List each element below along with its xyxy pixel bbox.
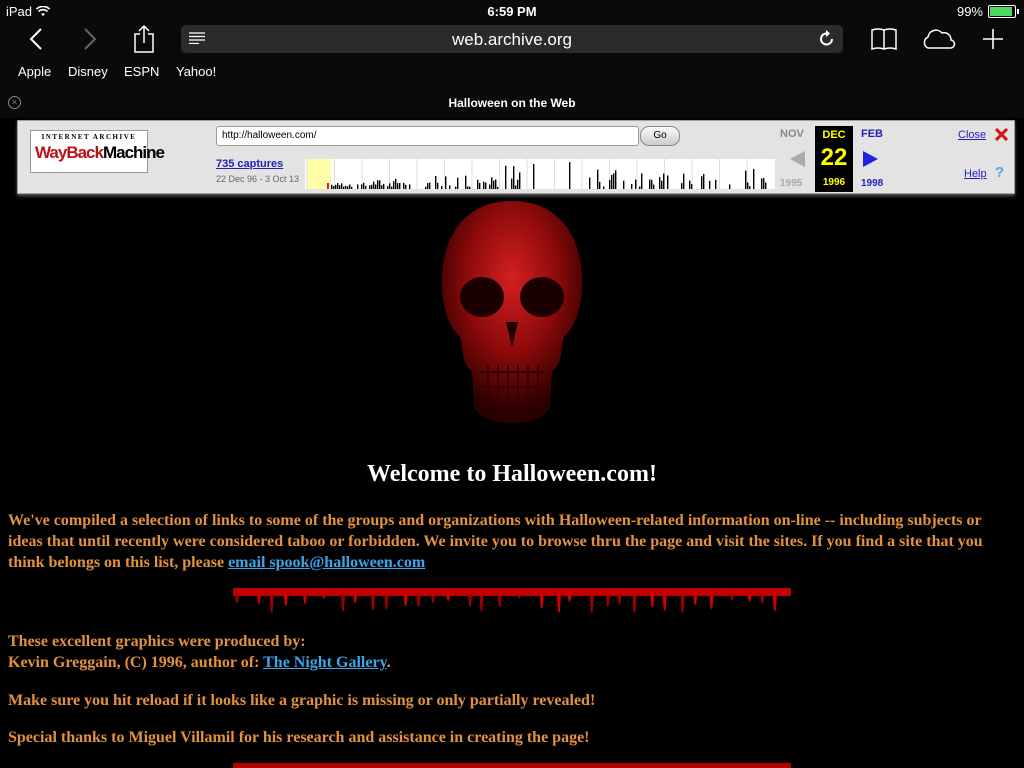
- email-link[interactable]: email spook@halloween.com: [228, 554, 425, 571]
- prev-arrow-icon[interactable]: [790, 151, 806, 167]
- next-month[interactable]: FEB: [861, 128, 883, 140]
- chevron-right-icon: [84, 28, 97, 50]
- bookmark-espn[interactable]: ESPN: [124, 64, 159, 79]
- tab-bar: × Halloween on the Web: [0, 88, 1024, 118]
- blood-drip-divider: [233, 588, 791, 613]
- battery-icon: [988, 5, 1019, 18]
- browser-toolbar: web.archive.org: [0, 22, 1024, 58]
- wayback-logo[interactable]: INTERNET ARCHIVE WayBackMachine: [30, 130, 165, 173]
- prev-year[interactable]: 1995: [780, 178, 802, 189]
- welcome-heading: Welcome to Halloween.com!: [367, 461, 657, 487]
- share-button[interactable]: [126, 22, 162, 56]
- next-arrow-icon[interactable]: [862, 151, 878, 167]
- help-icon[interactable]: ?: [995, 164, 1004, 181]
- icloud-tabs-button[interactable]: [920, 22, 956, 56]
- close-icon[interactable]: [995, 128, 1008, 141]
- cloud-icon: [923, 29, 956, 49]
- back-button[interactable]: [18, 22, 54, 56]
- address-bar[interactable]: web.archive.org: [181, 25, 843, 53]
- logo-wayback-machine: WayBackMachine: [35, 143, 165, 162]
- red-skull-image: [441, 201, 583, 424]
- bookmark-yahoo[interactable]: Yahoo!: [176, 64, 216, 79]
- go-button[interactable]: Go: [640, 126, 680, 146]
- reload-icon[interactable]: [819, 30, 835, 48]
- current-month: DEC: [822, 129, 846, 141]
- clock: 6:59 PM: [487, 4, 537, 19]
- current-capture-date: DEC 22 1996: [815, 126, 853, 192]
- capture-sparkline[interactable]: [305, 159, 775, 189]
- thanks-paragraph: Special thanks to Miguel Villamil for hi…: [8, 729, 590, 746]
- status-bar: iPad 6:59 PM 99%: [0, 0, 1024, 22]
- current-year: 1996: [822, 177, 846, 188]
- credits-paragraph: These excellent graphics were produced b…: [8, 631, 1013, 673]
- tab-title[interactable]: Halloween on the Web: [0, 96, 1024, 110]
- reload-note: Make sure you hit reload if it looks lik…: [8, 692, 596, 709]
- new-tab-button[interactable]: [975, 22, 1011, 56]
- prev-month[interactable]: NOV: [780, 128, 804, 140]
- captures-link[interactable]: 735 captures: [216, 158, 283, 170]
- credits-line-1: These excellent graphics were produced b…: [8, 633, 306, 650]
- blood-drip-divider-bottom: [233, 763, 791, 768]
- help-link[interactable]: Help: [964, 168, 987, 180]
- bookmarks-bar: Apple Disney ESPN Yahoo!: [0, 58, 1024, 88]
- current-day: 22: [820, 144, 848, 171]
- plus-icon: [983, 29, 1003, 49]
- next-year[interactable]: 1998: [861, 178, 883, 189]
- page-content: Welcome to Halloween.com! We've compiled…: [0, 195, 1024, 768]
- logo-internet-archive: INTERNET ARCHIVE: [41, 133, 137, 141]
- book-icon: [871, 28, 897, 50]
- night-gallery-link[interactable]: The Night Gallery: [263, 654, 387, 671]
- credits-line-2: Kevin Greggain, (C) 1996, author of: The…: [8, 654, 391, 671]
- forward-button[interactable]: [72, 22, 108, 56]
- share-icon: [134, 25, 154, 53]
- bookmarks-button[interactable]: [866, 22, 902, 56]
- bookmark-disney[interactable]: Disney: [68, 64, 108, 79]
- wayback-url-input[interactable]: http://halloween.com/: [216, 126, 639, 146]
- battery-percent: 99%: [956, 4, 983, 19]
- intro-paragraph: We've compiled a selection of links to s…: [8, 512, 983, 571]
- bookmark-apple[interactable]: Apple: [18, 64, 51, 79]
- capture-range: 22 Dec 96 - 3 Oct 13: [216, 174, 300, 184]
- wayback-toolbar: INTERNET ARCHIVE WayBackMachine http://h…: [17, 120, 1015, 194]
- chevron-left-icon: [29, 28, 42, 50]
- url-text: web.archive.org: [451, 30, 572, 49]
- close-link[interactable]: Close: [958, 129, 986, 141]
